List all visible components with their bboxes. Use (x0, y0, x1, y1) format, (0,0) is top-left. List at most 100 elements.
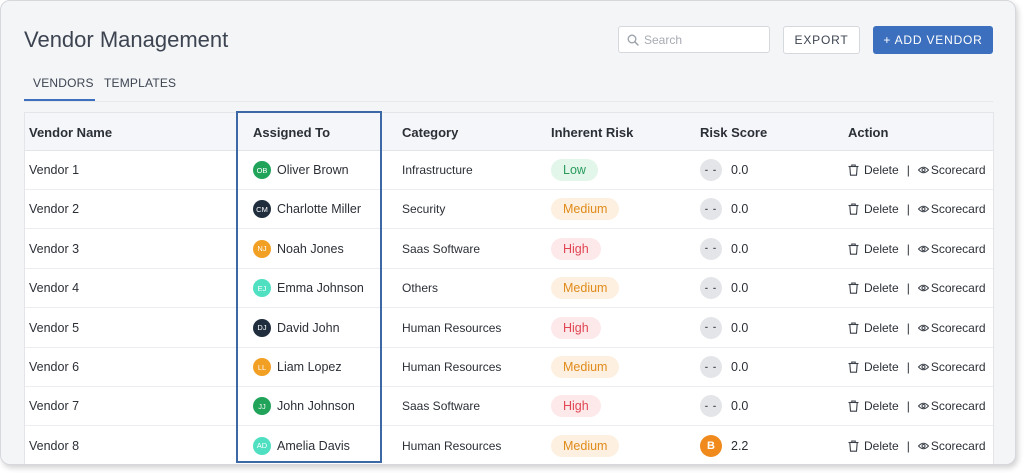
score-badge: - - (700, 159, 722, 181)
assignee-name: Charlotte Miller (277, 202, 362, 217)
search-box[interactable] (618, 26, 770, 53)
delete-button[interactable]: Delete (848, 360, 899, 374)
score-value: 2.2 (731, 438, 749, 453)
trash-icon (848, 243, 859, 255)
action-cell: Delete | Scorecard (848, 309, 986, 347)
action-separator: | (906, 163, 910, 177)
delete-button[interactable]: Delete (848, 281, 899, 295)
delete-label: Delete (864, 163, 899, 177)
action-cell: Delete | Scorecard (848, 427, 986, 464)
column-header-assigned-to[interactable]: Assigned To (253, 125, 330, 140)
inherent-risk-cell: High (551, 387, 601, 425)
score-value: 0.0 (731, 281, 749, 296)
table-row[interactable]: Vendor 7 JJ John Johnson Saas Software H… (25, 387, 993, 427)
inherent-risk-cell: Medium (551, 190, 620, 228)
column-header-risk-score[interactable]: Risk Score (700, 125, 767, 140)
risk-badge: Medium (551, 356, 620, 378)
table-row[interactable]: Vendor 4 EJ Emma Johnson Others Medium -… (25, 269, 993, 309)
delete-button[interactable]: Delete (848, 202, 899, 216)
action-cell: Delete | Scorecard (848, 151, 986, 189)
category: Human Resources (402, 320, 502, 335)
vendor-name[interactable]: Vendor 3 (29, 230, 79, 268)
inherent-risk-cell: Medium (551, 427, 620, 464)
risk-badge: Low (551, 159, 598, 181)
score-value: 0.0 (731, 241, 749, 256)
category: Infrastructure (402, 163, 473, 177)
vendor-name[interactable]: Vendor 1 (29, 151, 79, 189)
table-row[interactable]: Vendor 2 CM Charlotte Miller Security Me… (25, 190, 993, 230)
scorecard-button[interactable]: Scorecard (917, 163, 986, 177)
vendor-management-panel: Vendor Management EXPORT + ADD VENDOR VE… (0, 0, 1016, 465)
score-badge: - - (700, 198, 722, 221)
vendor-name[interactable]: Vendor 4 (29, 269, 79, 307)
trash-icon (848, 164, 859, 176)
eye-icon (917, 324, 929, 331)
score-badge: - - (700, 395, 722, 418)
eye-icon (917, 245, 929, 253)
scorecard-button[interactable]: Scorecard (917, 360, 986, 374)
scorecard-button[interactable]: Scorecard (917, 320, 986, 335)
risk-badge: High (551, 395, 601, 418)
table-row[interactable]: Vendor 6 LL Liam Lopez Human Resources M… (25, 348, 993, 387)
scorecard-button[interactable]: Scorecard (917, 242, 986, 256)
vendor-name[interactable]: Vendor 7 (29, 387, 79, 425)
table-row[interactable]: Vendor 5 DJ David John Human Resources H… (25, 309, 993, 348)
risk-badge: High (551, 316, 601, 339)
vendor-name[interactable]: Vendor 8 (29, 427, 79, 464)
column-header-vendor-name[interactable]: Vendor Name (29, 125, 112, 140)
search-input[interactable] (644, 32, 754, 47)
delete-label: Delete (864, 320, 899, 335)
scorecard-button[interactable]: Scorecard (917, 202, 986, 216)
delete-label: Delete (864, 241, 899, 256)
risk-score-cell: - - 0.0 (700, 348, 748, 386)
category: Others (402, 281, 439, 296)
action-cell: Delete | Scorecard (848, 230, 986, 268)
score-value: 0.0 (731, 360, 749, 374)
assigned-to-cell: JJ John Johnson (253, 387, 355, 425)
delete-button[interactable]: Delete (848, 439, 899, 453)
scorecard-button[interactable]: Scorecard (917, 281, 986, 296)
trash-icon (848, 322, 859, 334)
action-cell: Delete | Scorecard (848, 269, 986, 307)
column-header-inherent-risk[interactable]: Inherent Risk (551, 125, 633, 140)
export-button[interactable]: EXPORT (783, 26, 860, 54)
search-icon (627, 34, 639, 46)
active-tab-indicator (24, 99, 95, 101)
scorecard-button[interactable]: Scorecard (917, 439, 986, 453)
avatar: JJ (253, 397, 271, 416)
scorecard-label: Scorecard (930, 320, 986, 335)
eye-icon (917, 166, 929, 174)
eye-icon (917, 403, 929, 410)
delete-button[interactable]: Delete (848, 163, 899, 177)
vendor-name[interactable]: Vendor 5 (29, 309, 79, 347)
tab-templates[interactable]: TEMPLATES (104, 76, 176, 90)
vendor-name[interactable]: Vendor 6 (29, 348, 79, 386)
vendor-name[interactable]: Vendor 2 (29, 190, 79, 228)
scorecard-label: Scorecard (930, 281, 986, 296)
avatar: OB (253, 161, 271, 179)
trash-icon (848, 203, 859, 216)
action-cell: Delete | Scorecard (848, 387, 986, 425)
page-title: Vendor Management (24, 27, 229, 52)
avatar: CM (253, 200, 271, 219)
avatar: EJ (253, 279, 271, 298)
scorecard-button[interactable]: Scorecard (917, 399, 986, 413)
delete-button[interactable]: Delete (848, 242, 899, 256)
action-separator: | (906, 360, 910, 374)
add-vendor-button[interactable]: + ADD VENDOR (873, 26, 993, 54)
assigned-to-cell: OB Oliver Brown (253, 151, 349, 189)
assignee-name: Oliver Brown (277, 163, 349, 177)
action-separator: | (906, 320, 910, 335)
score-badge: - - (700, 316, 722, 339)
table-row[interactable]: Vendor 3 NJ Noah Jones Saas Software Hig… (25, 230, 993, 269)
tab-vendors[interactable]: VENDORS (33, 76, 94, 90)
table-row[interactable]: Vendor 8 AD Amelia Davis Human Resources… (25, 427, 993, 464)
trash-icon (848, 440, 859, 452)
assigned-to-cell: DJ David John (253, 309, 340, 347)
delete-button[interactable]: Delete (848, 321, 899, 335)
table-row[interactable]: Vendor 1 OB Oliver Brown Infrastructure … (25, 151, 993, 190)
delete-button[interactable]: Delete (848, 399, 899, 413)
column-header-category[interactable]: Category (402, 125, 458, 140)
assigned-to-cell: CM Charlotte Miller (253, 190, 361, 228)
risk-score-cell: - - 0.0 (700, 387, 748, 425)
